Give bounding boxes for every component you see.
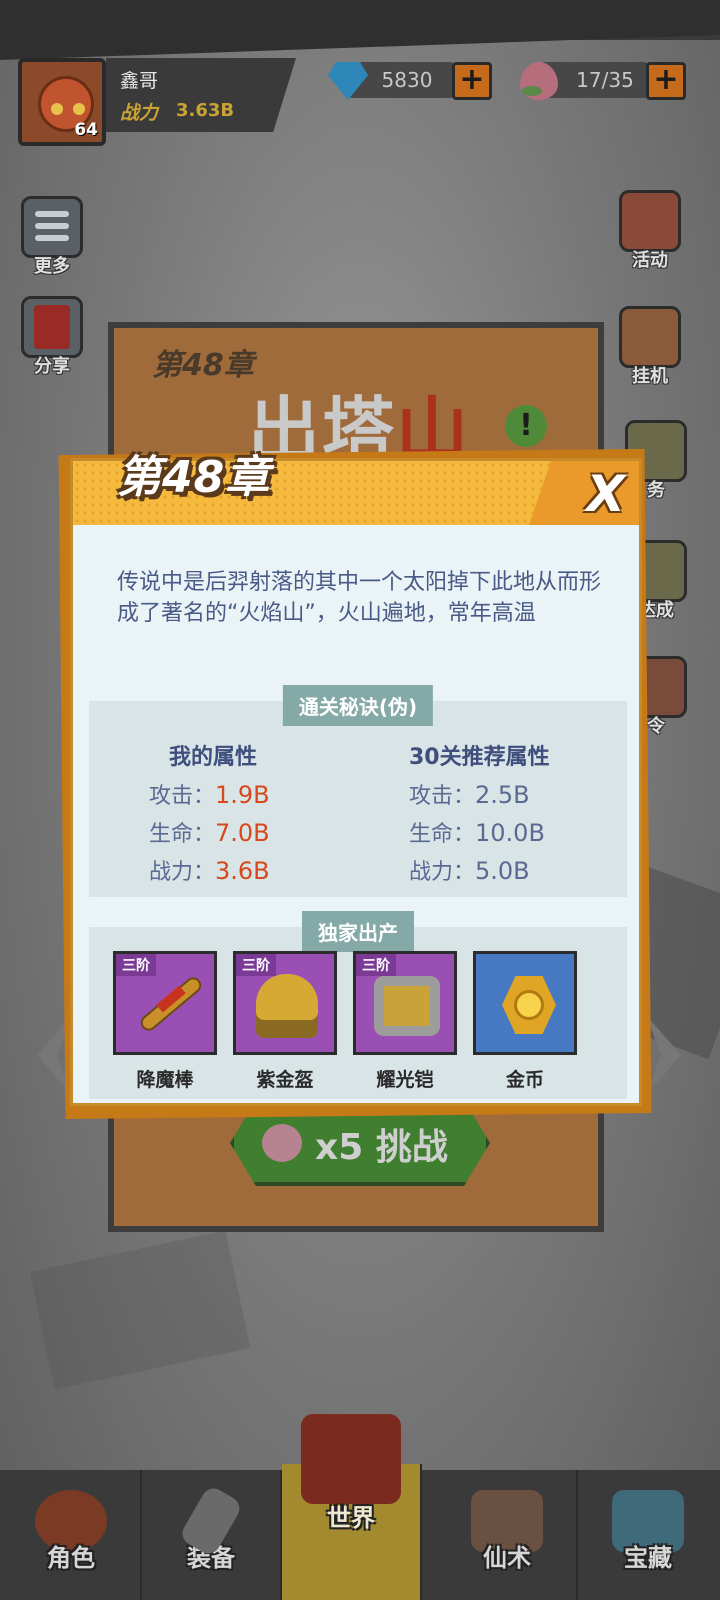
nav-item-treasure[interactable]: 宝藏 xyxy=(578,1470,718,1600)
add-stamina-button[interactable]: + xyxy=(646,62,686,100)
my-stats: 我的属性 攻击：1.9B 生命：7.0B 战力：3.6B xyxy=(149,739,270,891)
staff-icon: 三阶 xyxy=(113,951,217,1055)
drum-icon xyxy=(619,190,681,252)
stage-chapter: 第48章 xyxy=(152,348,254,383)
chapter-description: 传说中是后羿射落的其中一个太阳掉下此地从而形成了著名的“火焰山”，火山遍地，常年… xyxy=(117,570,602,626)
peach-icon xyxy=(262,1124,302,1162)
stat-row: 攻击：2.5B xyxy=(409,781,530,809)
drops-section: 独家出产 三阶 降魔棒 三阶 紫金盔 三阶 耀光铠 金币 xyxy=(89,911,627,1099)
drop-item-helmet[interactable]: 三阶 紫金盔 xyxy=(233,951,337,1092)
gold-coin-icon xyxy=(473,951,577,1055)
stat-row: 战力：5.0B xyxy=(409,857,530,885)
nav-item-equipment[interactable]: 装备 xyxy=(142,1470,282,1600)
pagoda-gate-icon xyxy=(301,1414,401,1504)
challenge-label: x5 挑战 xyxy=(315,1127,448,1168)
power-value: 3.63B xyxy=(176,100,235,121)
player-avatar[interactable]: 64 xyxy=(18,58,106,146)
nav-item-character[interactable]: 角色 xyxy=(2,1470,142,1600)
tips-tag: 通关秘诀(伪) xyxy=(282,685,434,726)
bottom-nav: 角色 装备 世界 仙术 宝藏 xyxy=(0,1414,720,1600)
power-label: 战力 xyxy=(120,102,159,124)
events-button[interactable]: 活动 xyxy=(614,190,686,272)
stat-row: 生命：10.0B xyxy=(409,819,545,847)
idle-chest-icon xyxy=(619,306,681,368)
more-button[interactable]: 更多 xyxy=(16,196,88,278)
drops-tag: 独家出产 xyxy=(302,911,414,952)
drop-item-staff[interactable]: 三阶 降魔棒 xyxy=(113,951,217,1092)
nav-item-magic[interactable]: 仙术 xyxy=(438,1470,578,1600)
stat-row: 生命：7.0B xyxy=(149,819,270,847)
stat-row: 战力：3.6B xyxy=(149,857,270,885)
stamina-count: 17/35 xyxy=(576,68,634,92)
close-button[interactable]: X xyxy=(586,465,625,523)
drop-item-armor[interactable]: 三阶 耀光铠 xyxy=(353,951,457,1092)
idle-button[interactable]: 挂机 xyxy=(614,306,686,388)
stat-row: 攻击：1.9B xyxy=(149,781,270,809)
armor-icon: 三阶 xyxy=(353,951,457,1055)
chapter-info-dialog: 第48章 X 传说中是后羿射落的其中一个太阳掉下此地从而形成了著名的“火焰山”，… xyxy=(70,452,642,1106)
warning-icon[interactable]: ! xyxy=(505,405,547,447)
dialog-title: 第48章 xyxy=(117,452,271,503)
recommended-stats: 30关推荐属性 攻击：2.5B 生命：10.0B 战力：5.0B xyxy=(409,739,550,891)
menu-list-icon xyxy=(21,196,83,258)
player-name: 鑫哥 xyxy=(120,70,159,92)
share-button[interactable]: 分享 xyxy=(16,296,88,378)
helmet-icon: 三阶 xyxy=(233,951,337,1055)
drop-item-gold[interactable]: 金币 xyxy=(473,951,577,1092)
nav-item-world[interactable]: 世界 xyxy=(282,1414,422,1600)
red-envelope-icon xyxy=(21,296,83,358)
add-gems-button[interactable]: + xyxy=(452,62,492,100)
player-level: 64 xyxy=(74,120,98,140)
gem-count: 5830 xyxy=(381,68,433,92)
player-info-panel: 鑫哥 战力 3.63B xyxy=(106,58,296,132)
tips-section: 通关秘诀(伪) 我的属性 攻击：1.9B 生命：7.0B 战力：3.6B 30关… xyxy=(89,685,627,897)
